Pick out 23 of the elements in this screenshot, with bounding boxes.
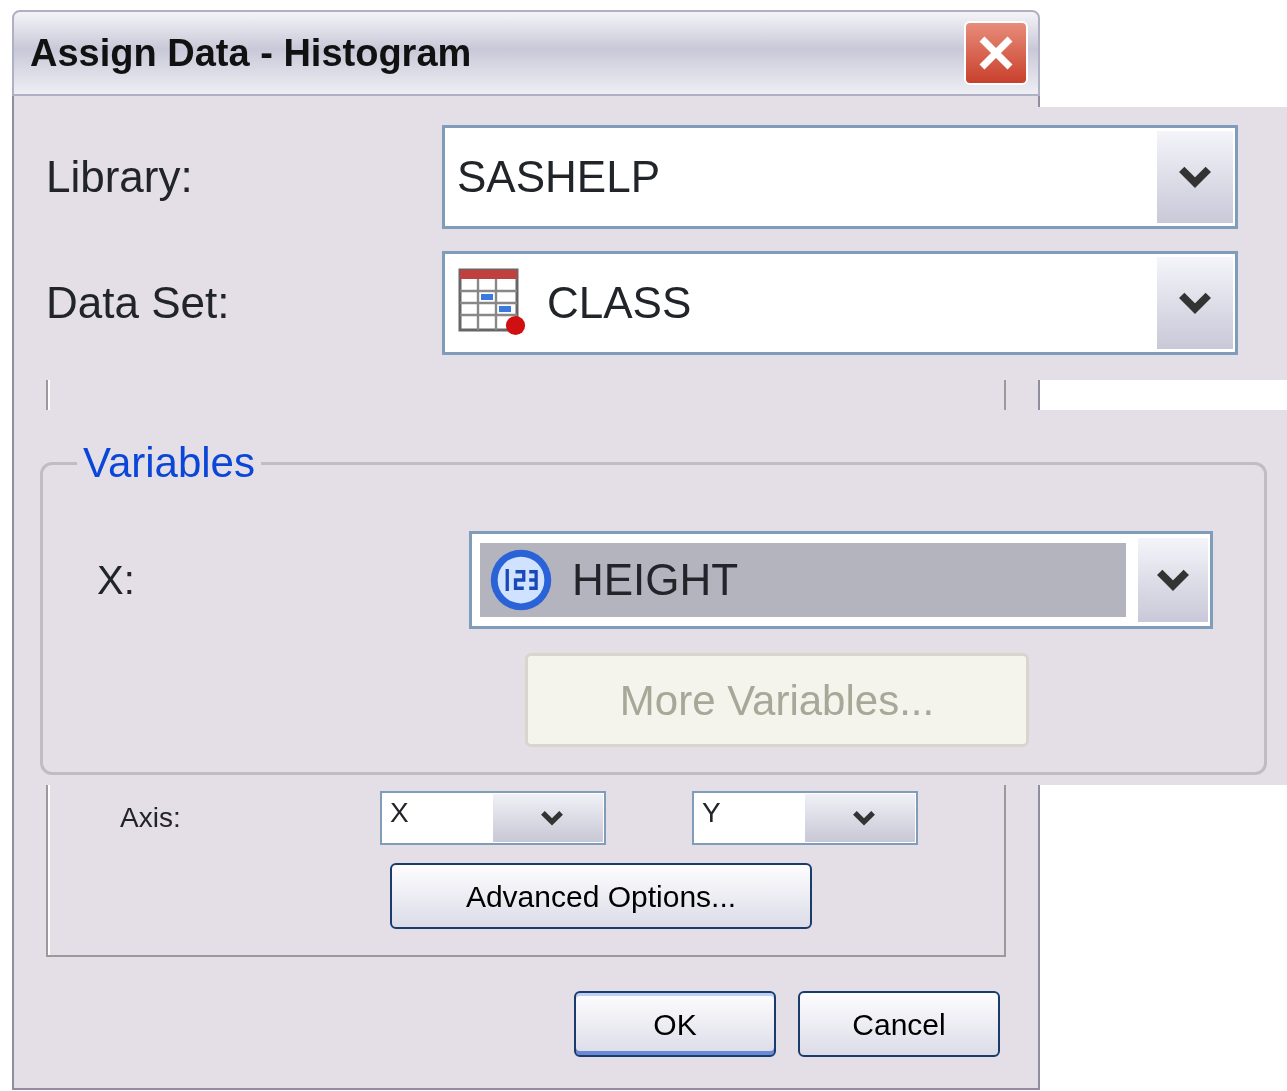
dialog-button[interactable]: Cancel — [798, 991, 1000, 1057]
advanced-options-button[interactable]: Advanced Options... — [390, 863, 812, 929]
library-label: Library: — [46, 151, 194, 203]
data-set-dropdown[interactable]: CLASS — [442, 251, 1238, 355]
dropdown-button[interactable] — [1155, 255, 1235, 351]
window-title: Assign Data - Histogram — [30, 30, 472, 76]
axis-dropdown[interactable]: Y — [692, 791, 918, 845]
dropdown-button[interactable] — [804, 793, 916, 843]
library-value: SASHELP — [457, 151, 660, 203]
x-variable-value: HEIGHT — [572, 554, 739, 606]
x-variable-dropdown[interactable]: HEIGHT — [469, 531, 1213, 629]
dropdown-button[interactable] — [1155, 129, 1235, 225]
axis-label: Axis: — [120, 801, 182, 835]
circle-icon — [488, 547, 554, 613]
dialog-button[interactable]: OK — [574, 991, 776, 1057]
x-label: X: — [97, 557, 136, 604]
axis-dropdown[interactable]: X — [380, 791, 606, 845]
data-set-value: CLASS — [547, 277, 692, 329]
dropdown-button[interactable] — [1136, 536, 1210, 624]
library-dropdown[interactable]: SASHELP — [442, 125, 1238, 229]
data-set-label: Data Set: — [46, 277, 231, 329]
dropdown-button[interactable] — [492, 793, 604, 843]
close-button[interactable] — [964, 21, 1028, 85]
